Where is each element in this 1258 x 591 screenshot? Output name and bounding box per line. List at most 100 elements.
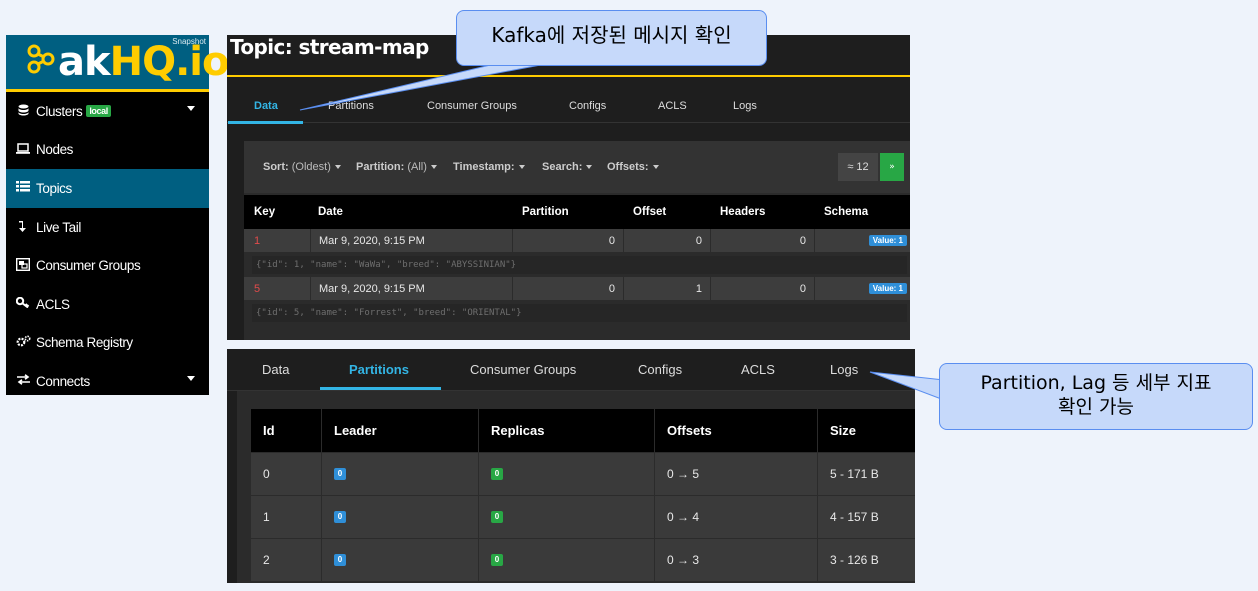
cogs-icon (15, 335, 31, 350)
record-offset: 1 (623, 277, 710, 300)
topic-data-panel: Topic: stream-map Data Partitions Consum… (227, 35, 910, 340)
active-tab-indicator (320, 387, 441, 390)
akhq-logo[interactable]: Snapshot akHQ.io (6, 35, 229, 92)
replica-badge: 0 (491, 468, 503, 480)
sidebar-item-consumer-groups[interactable]: Consumer Groups (6, 246, 209, 285)
tab-consumer-groups[interactable]: Consumer Groups (470, 362, 576, 377)
column-header-offsets[interactable]: Offsets (654, 409, 817, 452)
chevron-down-icon (187, 376, 195, 382)
record-count: ≈ 12 (838, 153, 878, 181)
object-group-icon (15, 257, 31, 274)
sidebar-item-acls[interactable]: ACLS (6, 285, 209, 324)
sidebar: Snapshot akHQ.io Clusters local Nodes To… (6, 35, 229, 395)
column-header-date[interactable]: Date (318, 195, 343, 229)
tab-configs[interactable]: Configs (638, 362, 682, 377)
table-row[interactable]: 5 Mar 9, 2020, 9:15 PM 0 1 0 Value: 1 (244, 277, 910, 301)
column-header-id[interactable]: Id (251, 409, 321, 452)
level-down-icon (15, 220, 31, 235)
record-partition: 0 (512, 277, 623, 300)
column-header-offset[interactable]: Offset (633, 195, 666, 229)
tab-consumer-groups[interactable]: Consumer Groups (427, 100, 517, 112)
column-header-size[interactable]: Size (817, 409, 915, 452)
partition-offsets: 0 → 3 (654, 539, 817, 581)
partition-offsets: 0 → 5 (654, 453, 817, 495)
replica-badge: 0 (491, 554, 503, 566)
caret-down-icon (430, 165, 437, 170)
sidebar-item-live-tail[interactable]: Live Tail (6, 208, 209, 247)
table-row[interactable]: 1 Mar 9, 2020, 9:15 PM 0 0 0 Value: 1 (244, 229, 910, 253)
partition-size: 4 - 157 B (817, 496, 915, 538)
sidebar-item-clusters[interactable]: Clusters local (6, 92, 209, 131)
column-header-headers[interactable]: Headers (720, 195, 765, 229)
active-tab-indicator (228, 121, 303, 124)
logo-wordmark: akHQ.io (58, 39, 229, 85)
list-icon (15, 181, 31, 195)
partition-size: 5 - 171 B (817, 453, 915, 495)
sidebar-item-label: Topics (36, 180, 72, 196)
column-header-replicas[interactable]: Replicas (478, 409, 654, 452)
page-title: Topic: stream-map (230, 35, 429, 59)
tab-configs[interactable]: Configs (569, 100, 606, 112)
record-offset: 0 (623, 229, 710, 252)
tab-partitions[interactable]: Partitions (349, 362, 409, 377)
filter-bar: Sort: (Oldest) Partition: (All) Timestam… (244, 141, 910, 193)
sidebar-item-topics[interactable]: Topics (6, 169, 209, 208)
records-table: Key Date Partition Offset Headers Schema… (244, 195, 910, 325)
table-header: Key Date Partition Offset Headers Schema (244, 195, 910, 229)
akhq-logo-icon (27, 44, 55, 74)
sidebar-item-label: Schema Registry (36, 335, 133, 351)
table-row[interactable]: 2 0 0 0 → 3 3 - 126 B (251, 538, 915, 581)
next-page-button[interactable]: » (880, 153, 904, 181)
column-header-partition[interactable]: Partition (522, 195, 569, 229)
sidebar-item-label: Live Tail (36, 219, 81, 235)
table-row[interactable]: 0 0 0 0 → 5 5 - 171 B (251, 452, 915, 495)
topic-tabs: Data Partitions Consumer Groups Configs … (227, 349, 915, 391)
caret-down-icon (652, 165, 659, 170)
partition-dropdown[interactable]: Partition: (All) (356, 161, 437, 173)
sidebar-item-nodes[interactable]: Nodes (6, 131, 209, 170)
caret-down-icon (586, 165, 593, 170)
tab-acls[interactable]: ACLS (658, 100, 687, 112)
tab-acls[interactable]: ACLS (741, 362, 775, 377)
sidebar-item-schema-registry[interactable]: Schema Registry (6, 324, 209, 363)
record-date: Mar 9, 2020, 9:15 PM (310, 229, 512, 252)
caret-down-icon (334, 165, 341, 170)
partition-callout: Partition, Lag 등 세부 지표 확인 가능 (939, 363, 1253, 430)
search-dropdown[interactable]: Search: (542, 161, 593, 173)
sidebar-item-connects[interactable]: Connects (6, 362, 209, 401)
record-key: 1 (254, 234, 261, 247)
tab-logs[interactable]: Logs (733, 100, 757, 112)
record-key: 5 (254, 282, 261, 295)
sidebar-nav: Clusters local Nodes Topics Live Tail Co… (6, 92, 209, 401)
timestamp-dropdown[interactable]: Timestamp: (453, 161, 525, 173)
data-area: Sort: (Oldest) Partition: (All) Timestam… (244, 141, 910, 340)
sort-dropdown[interactable]: Sort: (Oldest) (263, 161, 341, 173)
header-divider (227, 75, 910, 77)
table-row[interactable]: 1 0 0 0 → 4 4 - 157 B (251, 495, 915, 538)
partition-leader: 0 (321, 539, 478, 581)
schema-badge: Value: 1 (868, 283, 907, 294)
sidebar-item-label: Nodes (36, 142, 74, 158)
laptop-icon (15, 143, 31, 157)
exchange-icon (15, 374, 31, 388)
tab-partitions[interactable]: Partitions (328, 100, 374, 112)
column-header-schema[interactable]: Schema (824, 195, 868, 229)
tab-logs[interactable]: Logs (830, 362, 858, 377)
partitions-table: Id Leader Replicas Offsets Size 0 0 0 0 … (237, 391, 915, 583)
tab-data[interactable]: Data (254, 100, 278, 112)
partition-leader: 0 (321, 496, 478, 538)
offsets-dropdown[interactable]: Offsets: (607, 161, 659, 173)
partition-id: 2 (263, 553, 270, 567)
topic-tabs: Data Partitions Consumer Groups Configs … (227, 95, 910, 124)
record-partition: 0 (512, 229, 623, 252)
column-header-leader[interactable]: Leader (321, 409, 478, 452)
database-icon (15, 104, 31, 119)
cluster-badge: local (86, 105, 111, 118)
topic-partitions-panel: Data Partitions Consumer Groups Configs … (227, 349, 915, 583)
tab-data[interactable]: Data (262, 362, 289, 377)
record-schema: Value: 1 (814, 277, 910, 300)
column-header-key[interactable]: Key (254, 195, 275, 229)
record-date: Mar 9, 2020, 9:15 PM (310, 277, 512, 300)
leader-badge: 0 (334, 468, 346, 480)
record-schema: Value: 1 (814, 229, 910, 252)
